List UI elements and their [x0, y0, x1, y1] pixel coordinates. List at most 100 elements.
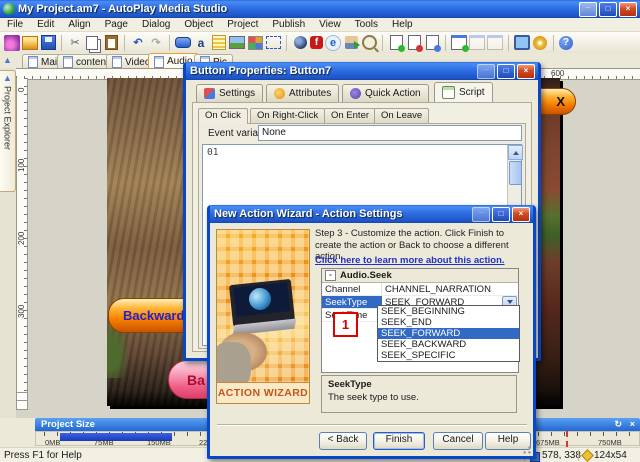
menu-object[interactable]: Object — [177, 19, 220, 30]
richtext-object-icon[interactable] — [247, 35, 263, 50]
project-pane-toggle-icon[interactable]: ▲ — [3, 55, 12, 65]
status-size: 124x54 — [594, 450, 627, 461]
minimize-button[interactable] — [472, 206, 490, 222]
menu-help[interactable]: Help — [385, 19, 420, 30]
preview-icon[interactable] — [514, 35, 530, 50]
menu-publish[interactable]: Publish — [265, 19, 312, 30]
maximize-button[interactable] — [492, 206, 510, 222]
tab-attributes[interactable]: Attributes — [266, 84, 340, 102]
menu-tools[interactable]: Tools — [348, 19, 385, 30]
wizard-sidebar-art: ACTION WIZARD — [216, 229, 310, 404]
paste-icon[interactable] — [104, 35, 118, 50]
attributes-tab-icon — [274, 88, 285, 99]
button-properties-titlebar[interactable]: Button Properties: Button7 — [186, 62, 538, 80]
gauge-label: 0MB — [45, 438, 61, 447]
status-position: 578, 338 — [542, 450, 581, 461]
action-wizard-banner: ACTION WIZARD — [217, 382, 309, 403]
ruler-label-0: 0 — [17, 87, 26, 92]
project-explorer-tab[interactable]: ▲ Project Explorer — [0, 70, 16, 192]
gauge-label: 75MB — [94, 438, 114, 447]
menu-file[interactable]: File — [0, 19, 30, 30]
video-object-icon[interactable] — [293, 36, 307, 49]
resize-grip[interactable] — [523, 446, 531, 454]
tab-on-leave[interactable]: On Leave — [374, 108, 430, 123]
back-button[interactable]: < Back — [319, 432, 367, 450]
maximize-button[interactable] — [497, 63, 515, 79]
toolbar-separator — [553, 34, 554, 51]
tab-on-right-click[interactable]: On Right-Click — [250, 108, 326, 123]
menu-align[interactable]: Align — [61, 19, 97, 30]
main-titlebar: My Project.am7 - AutoPlay Media Studio — [0, 0, 640, 18]
web-object-icon[interactable] — [325, 34, 341, 51]
save-icon[interactable] — [40, 35, 56, 50]
scroll-up-icon[interactable] — [508, 145, 523, 160]
menu-view[interactable]: View — [312, 19, 348, 30]
label-object-icon[interactable] — [193, 35, 209, 51]
close-button[interactable] — [512, 206, 530, 222]
restore-button[interactable] — [599, 1, 617, 17]
image-object-icon[interactable] — [229, 36, 245, 49]
toolbar-separator — [445, 34, 446, 51]
tab-script[interactable]: Script — [434, 82, 493, 102]
remove-page-icon[interactable] — [407, 35, 423, 52]
cut-icon[interactable] — [67, 35, 83, 51]
cancel-button[interactable]: Cancel — [433, 432, 483, 450]
autohide-pin-icon[interactable]: ↻ — [614, 419, 622, 430]
minimize-button[interactable] — [477, 63, 495, 79]
paragraph-object-icon[interactable] — [212, 35, 226, 50]
panel-close-icon[interactable]: × — [630, 419, 635, 429]
undo-icon[interactable] — [130, 35, 146, 51]
add-page-icon[interactable] — [389, 35, 405, 52]
option-seek-backward[interactable]: SEEK_BACKWARD — [378, 339, 519, 350]
wizard-titlebar[interactable]: New Action Wizard - Action Settings — [210, 205, 533, 223]
redo-icon[interactable] — [148, 35, 164, 51]
menu-project[interactable]: Project — [220, 19, 265, 30]
build-icon[interactable] — [533, 35, 547, 50]
menu-bar: File Edit Align Page Dialog Object Proje… — [0, 18, 640, 32]
menu-page[interactable]: Page — [98, 19, 135, 30]
collapse-icon[interactable]: - — [325, 270, 336, 281]
close-button[interactable] — [517, 63, 535, 79]
option-seek-forward[interactable]: SEEK_FORWARD — [378, 328, 519, 339]
property-group-header[interactable]: - Audio.Seek — [322, 269, 518, 283]
hotspot-object-icon[interactable] — [265, 36, 281, 49]
tab-settings[interactable]: Settings — [196, 84, 264, 102]
option-seek-beginning[interactable]: SEEK_BEGINNING — [378, 306, 519, 317]
preview-page-icon[interactable] — [425, 35, 441, 52]
finish-button[interactable]: Finish — [373, 432, 425, 450]
option-seek-specific[interactable]: SEEK_SPECIFIC — [378, 350, 519, 361]
project-explorer-icon: ▲ — [3, 73, 12, 83]
scroll-corner-box[interactable] — [16, 400, 28, 410]
zoom-icon[interactable] — [361, 35, 377, 50]
learn-more-link[interactable]: Click here to learn more about this acti… — [315, 255, 505, 266]
project-size-title: Project Size — [41, 419, 95, 430]
ruler-label-100: 100 — [17, 158, 26, 172]
close-button[interactable] — [619, 1, 637, 17]
add-dialog-icon[interactable] — [451, 35, 469, 52]
flash-object-icon[interactable] — [310, 36, 323, 49]
tab-quick-action[interactable]: Quick Action — [342, 84, 429, 102]
toolbar-separator — [382, 34, 383, 51]
scrollbar-thumb[interactable] — [509, 161, 522, 185]
event-variables-field[interactable]: None — [258, 125, 522, 141]
script-tab-icon — [442, 86, 455, 99]
toolbar-separator — [286, 34, 287, 51]
annotation-badge-1: 1 — [333, 312, 358, 337]
project-explorer-label: Project Explorer — [2, 86, 13, 151]
minimize-button[interactable] — [579, 1, 597, 17]
button-object-icon[interactable] — [175, 37, 191, 48]
menu-dialog[interactable]: Dialog — [135, 19, 177, 30]
open-icon[interactable] — [22, 35, 38, 50]
option-seek-end[interactable]: SEEK_END — [378, 317, 519, 328]
menu-edit[interactable]: Edit — [30, 19, 61, 30]
copy-icon[interactable] — [85, 35, 98, 50]
help-icon[interactable] — [559, 35, 573, 50]
page-icon — [28, 56, 38, 68]
settings-tab-icon — [204, 88, 215, 99]
capacity-limit-line — [566, 431, 568, 447]
tab-on-enter[interactable]: On Enter — [324, 108, 377, 123]
tab-on-click[interactable]: On Click — [198, 108, 248, 124]
new-action-wizard-icon[interactable] — [4, 34, 20, 51]
property-row-channel[interactable]: Channel CHANNEL_NARRATION — [322, 283, 518, 296]
slideshow-object-icon[interactable] — [344, 36, 360, 49]
